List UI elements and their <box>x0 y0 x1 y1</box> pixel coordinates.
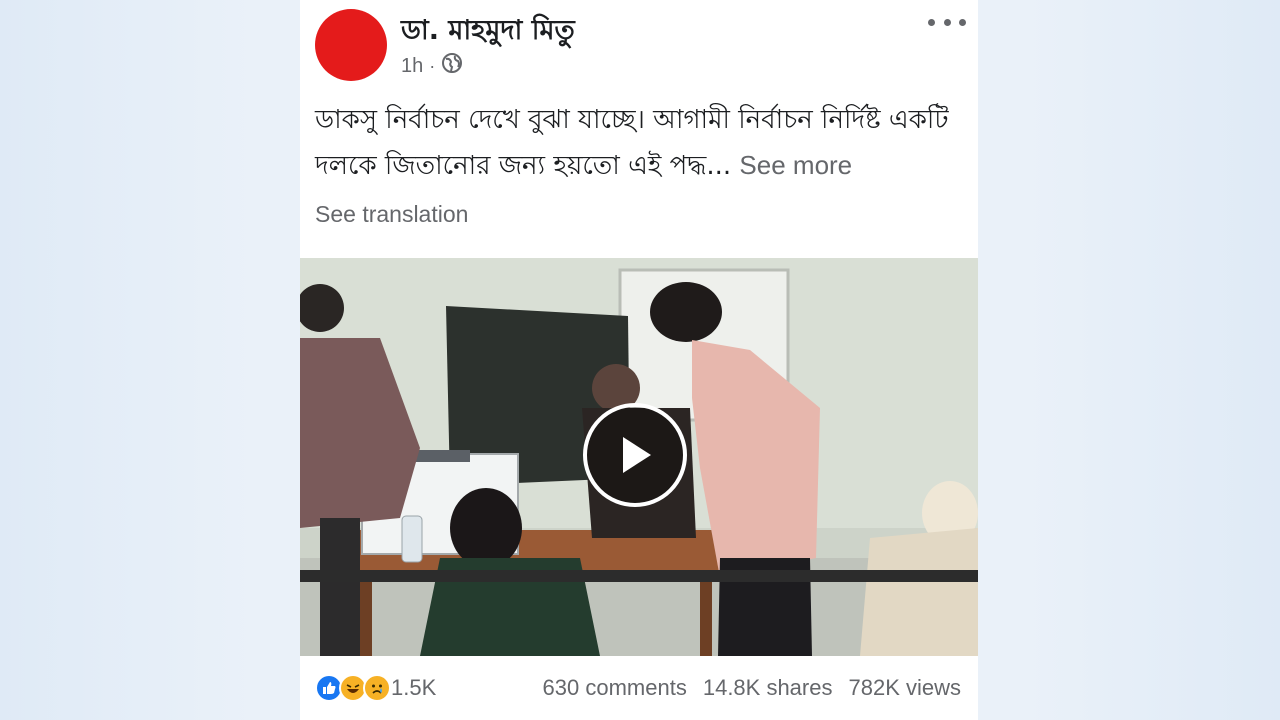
post-footer: 1.5K 630 comments 14.8K shares 782K view… <box>300 660 978 716</box>
engagement-stats: 630 comments 14.8K shares 782K views <box>543 675 961 701</box>
comments-count[interactable]: 630 comments <box>543 675 687 701</box>
author-name[interactable]: ডা. মাহমুদা মিতু <box>401 10 575 55</box>
see-translation-link[interactable]: See translation <box>315 201 468 228</box>
video-player[interactable] <box>300 258 978 656</box>
more-dot-icon <box>943 18 951 26</box>
facebook-post: ডা. মাহমুদা মিতু 1h · ডাকসু নির্বাচন দেখ… <box>300 0 978 720</box>
more-options-button[interactable] <box>928 10 966 34</box>
globe-icon <box>441 52 463 80</box>
meta-separator: · <box>429 55 436 76</box>
post-text: ডাকসু নির্বাচন দেখে বুঝা যাচ্ছে। আগামী ন… <box>315 98 965 189</box>
see-more-link[interactable]: See more <box>739 150 852 180</box>
more-dot-icon <box>928 18 935 26</box>
avatar[interactable] <box>315 9 387 81</box>
sad-reaction-icon <box>363 674 391 702</box>
post-body: ডাকসু নির্বাচন দেখে বুঝা যাচ্ছে। আগামী ন… <box>315 105 949 181</box>
reaction-count[interactable]: 1.5K <box>391 675 436 701</box>
post-time[interactable]: 1h <box>401 55 423 78</box>
play-icon <box>623 437 651 473</box>
reaction-icons[interactable] <box>315 672 395 704</box>
play-button[interactable] <box>583 403 687 507</box>
more-dot-icon <box>959 18 966 26</box>
shares-count[interactable]: 14.8K shares <box>703 675 833 701</box>
views-count: 782K views <box>848 675 961 700</box>
post-meta: 1h · <box>401 52 463 80</box>
